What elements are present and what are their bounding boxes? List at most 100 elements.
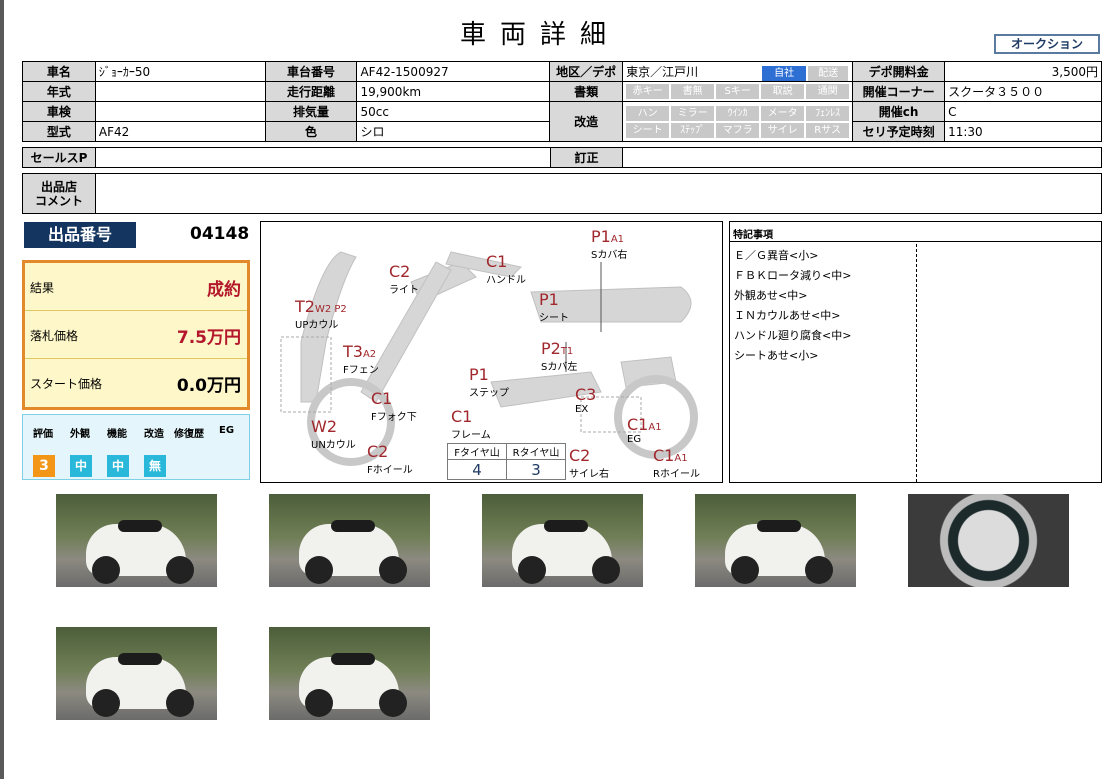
vehicle-photo-6[interactable] bbox=[56, 627, 217, 720]
notes-title: 特記事項 bbox=[730, 222, 1101, 242]
comment-table: 出品店 コメント bbox=[22, 173, 1103, 214]
mod-options: ハン ミラー ｳｲﾝｶ メータ ﾌｪﾝﾚｽ シート ｽﾃｯﾌﾟ マフラ サイレ … bbox=[622, 101, 854, 142]
damage-mark: P2T1 Sカバ左 bbox=[541, 339, 578, 373]
rear-tire-value: 3 bbox=[506, 459, 566, 480]
sales-table: セールスP 訂正 bbox=[22, 147, 1102, 168]
special-notes: 特記事項 Ｅ／Ｇ異音<小> ＦＢＫロータ減り<中> 外観あせ<中> ＩＮカウルあ… bbox=[729, 221, 1102, 483]
start-price-row: スタート価格 0.0万円 bbox=[25, 359, 247, 407]
eval-head: EG bbox=[219, 425, 235, 436]
damage-mark: C1A1 Rホイール bbox=[653, 446, 700, 480]
damage-mark: C1A1 EG bbox=[627, 415, 662, 445]
damage-diagram: P1A1 Sカバ右 C2 ライト C1 ハンドル T2W2 P2 UPカウル P1 シート… bbox=[260, 221, 723, 483]
eval-function: 中 bbox=[107, 455, 129, 477]
tire-table: Fタイヤ山 Rタイヤ山 4 3 bbox=[447, 443, 566, 480]
fee-value: 3,500円 bbox=[944, 61, 1102, 82]
price-value: 7.5万円 bbox=[176, 328, 241, 348]
price-row: 落札価格 7.5万円 bbox=[25, 311, 247, 359]
result-label: 結果 bbox=[30, 281, 55, 295]
auction-time-label: セリ予定時刻 bbox=[852, 121, 946, 142]
rear-tire-label: Rタイヤ山 bbox=[506, 443, 566, 460]
color-label: 色 bbox=[264, 121, 358, 142]
vehicle-photo-2[interactable] bbox=[269, 494, 430, 587]
vehicle-photo-7[interactable] bbox=[269, 627, 430, 720]
front-tire-value: 4 bbox=[447, 459, 507, 480]
model-value: AF42 bbox=[94, 121, 266, 142]
mod-opt: サイレ bbox=[761, 122, 805, 138]
displacement-value: 50cc bbox=[356, 101, 551, 122]
mod-opt: ﾌｪﾝﾚｽ bbox=[806, 105, 850, 121]
eval-exterior: 中 bbox=[70, 455, 92, 477]
vehicle-photo-5[interactable] bbox=[908, 494, 1069, 587]
channel-label: 開催ch bbox=[852, 101, 946, 122]
color-value: シロ bbox=[356, 121, 551, 142]
notes-divider bbox=[916, 244, 917, 482]
mod-opt: ミラー bbox=[671, 105, 715, 121]
channel-value: C bbox=[944, 101, 1102, 122]
docs-label: 書類 bbox=[549, 81, 624, 102]
damage-mark: P1 ステップ bbox=[469, 365, 509, 399]
mod-opt: ｽﾃｯﾌﾟ bbox=[671, 122, 715, 138]
docs-opt: 取説 bbox=[761, 84, 805, 99]
name-label: 車名 bbox=[22, 61, 96, 82]
docs-options: 赤キー 書無 Sキー 取説 通関 bbox=[622, 81, 854, 102]
name-value: ｼﾞｮｰｶｰ50 bbox=[94, 61, 266, 82]
front-tire-label: Fタイヤ山 bbox=[447, 443, 507, 460]
corner-value: スクータ３５００ bbox=[944, 81, 1102, 102]
correction-label: 訂正 bbox=[549, 147, 624, 168]
mod-opt: ハン bbox=[626, 105, 670, 121]
damage-mark: C1 ハンドル bbox=[486, 252, 526, 286]
corner-label: 開催コーナー bbox=[852, 81, 946, 102]
fee-label: デポ開料金 bbox=[852, 61, 946, 82]
eval-head: 改造 bbox=[144, 429, 164, 440]
vehicle-photo-4[interactable] bbox=[695, 494, 856, 587]
mod-opt: メータ bbox=[761, 105, 805, 121]
sales-value bbox=[94, 147, 551, 168]
auction-button[interactable]: オークション bbox=[994, 34, 1100, 54]
damage-mark: P1A1 Sカバ右 bbox=[591, 227, 628, 261]
eval-modification: 無 bbox=[144, 455, 166, 477]
jisha-badge: 自社 bbox=[762, 65, 807, 81]
mod-opt: マフラ bbox=[716, 122, 760, 138]
frame-value: AF42-1500927 bbox=[356, 61, 551, 82]
comment-label: 出品店 コメント bbox=[22, 173, 96, 214]
haisou-badge: 配送 bbox=[808, 65, 849, 81]
mod-opt: シート bbox=[626, 122, 670, 138]
mod-opt: ｳｲﾝｶ bbox=[716, 105, 760, 121]
docs-opt: 書無 bbox=[671, 84, 715, 99]
mileage-value: 19,900km bbox=[356, 81, 551, 102]
damage-mark: C3 EX bbox=[575, 385, 597, 415]
evaluation-box: 評価 外観 機能 改造 修復歴 EG 3 中 中 無 bbox=[22, 414, 250, 480]
window-edge bbox=[0, 0, 4, 779]
start-price-value: 0.0万円 bbox=[176, 376, 241, 396]
damage-mark: C1 フレーム bbox=[451, 407, 491, 441]
result-row: 結果 成約 bbox=[25, 263, 247, 311]
lot-number: 04148 bbox=[190, 224, 250, 244]
comment-value bbox=[94, 173, 1103, 214]
damage-mark: C2 ライト bbox=[389, 262, 419, 296]
vehicle-photo-3[interactable] bbox=[482, 494, 643, 587]
eval-head: 修復歴 bbox=[174, 429, 204, 440]
price-label: 落札価格 bbox=[30, 329, 79, 343]
damage-mark: T2W2 P2 UPカウル bbox=[295, 297, 347, 331]
eval-head: 外観 bbox=[70, 429, 90, 440]
year-label: 年式 bbox=[22, 81, 96, 102]
frame-label: 車台番号 bbox=[264, 61, 358, 82]
mileage-label: 走行距離 bbox=[264, 81, 358, 102]
mod-opt: Rサス bbox=[806, 122, 850, 138]
damage-mark: T3A2 Fフェン bbox=[343, 342, 379, 376]
lot-label: 出品番号 bbox=[24, 222, 136, 248]
page-title: 車両詳細 bbox=[460, 20, 621, 50]
vehicle-photo-1[interactable] bbox=[56, 494, 217, 587]
docs-opt: Sキー bbox=[716, 84, 760, 99]
result-box: 結果 成約 落札価格 7.5万円 スタート価格 0.0万円 bbox=[22, 260, 250, 410]
damage-mark: C2 Fホイール bbox=[367, 442, 413, 476]
inspect-value bbox=[94, 101, 266, 122]
sales-label: セールスP bbox=[22, 147, 96, 168]
damage-mark: C2 サイレ右 bbox=[569, 446, 609, 480]
eval-head: 評価 bbox=[33, 429, 53, 440]
model-label: 型式 bbox=[22, 121, 96, 142]
region-cell: 東京／江戸川 自社 配送 bbox=[622, 61, 854, 82]
start-price-label: スタート価格 bbox=[30, 377, 103, 391]
inspect-label: 車検 bbox=[22, 101, 96, 122]
damage-mark: C1 Fフォク下 bbox=[371, 389, 417, 423]
